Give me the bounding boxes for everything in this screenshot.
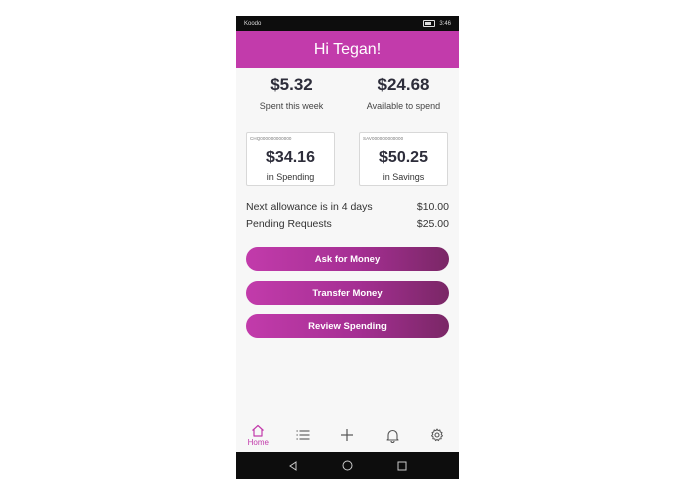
- spent-summary: $5.32 Spent this week: [236, 75, 347, 111]
- allowance-label: Next allowance is in 4 days: [246, 201, 373, 213]
- spent-label: Spent this week: [259, 101, 324, 111]
- recents-icon[interactable]: [397, 461, 407, 471]
- review-spending-button[interactable]: Review Spending: [246, 314, 449, 338]
- home-button-icon[interactable]: [342, 460, 353, 471]
- spending-account-number: CHQ000000000000: [250, 136, 292, 141]
- spent-amount: $5.32: [270, 75, 313, 94]
- nav-add[interactable]: [329, 418, 365, 452]
- spending-account-card[interactable]: CHQ000000000000 $34.16 in Spending: [246, 132, 335, 186]
- plus-icon: [341, 429, 354, 441]
- allowance-row: Next allowance is in 4 days $10.00: [246, 201, 449, 213]
- list-icon: [296, 430, 310, 440]
- status-bar: Koodo 3:46: [236, 16, 459, 31]
- available-amount: $24.68: [377, 75, 430, 94]
- savings-account-card[interactable]: SAV000000000000 $50.25 in Savings: [359, 132, 448, 186]
- battery-icon: [423, 20, 436, 27]
- savings-label: in Savings: [382, 172, 425, 182]
- bottom-navigation: Home: [236, 417, 459, 453]
- ask-for-money-button[interactable]: Ask for Money: [246, 247, 449, 271]
- carrier-label: Koodo: [244, 20, 262, 27]
- bell-icon: [386, 429, 399, 443]
- nav-home-label: Home: [247, 437, 269, 447]
- clock-label: 3:46: [439, 20, 451, 27]
- pending-label: Pending Requests: [246, 218, 332, 230]
- nav-settings[interactable]: [419, 418, 455, 452]
- pending-row: Pending Requests $25.00: [246, 218, 449, 230]
- spending-balance: $34.16: [266, 149, 315, 166]
- spending-label: in Spending: [266, 172, 315, 182]
- nav-home[interactable]: Home: [240, 418, 276, 452]
- nav-notifications[interactable]: [374, 418, 410, 452]
- greeting-text: Hi Tegan!: [313, 40, 382, 58]
- savings-account-number: SAV000000000000: [363, 136, 404, 141]
- allowance-amount: $10.00: [416, 201, 449, 213]
- status-icons: 3:46: [423, 20, 451, 27]
- nav-list[interactable]: [285, 418, 321, 452]
- savings-balance: $50.25: [379, 149, 428, 166]
- phone-screen: Koodo 3:46 Hi Tegan! $5.32 Spent this we…: [236, 16, 459, 479]
- available-summary: $24.68 Available to spend: [348, 75, 459, 111]
- transfer-money-button[interactable]: Transfer Money: [246, 281, 449, 305]
- available-label: Available to spend: [366, 101, 441, 111]
- home-icon: [252, 424, 265, 437]
- gear-icon: [430, 428, 443, 442]
- system-navigation-bar: [236, 452, 459, 479]
- greeting-header: Hi Tegan!: [236, 31, 459, 68]
- pending-amount: $25.00: [416, 218, 449, 230]
- back-icon[interactable]: [288, 460, 298, 471]
